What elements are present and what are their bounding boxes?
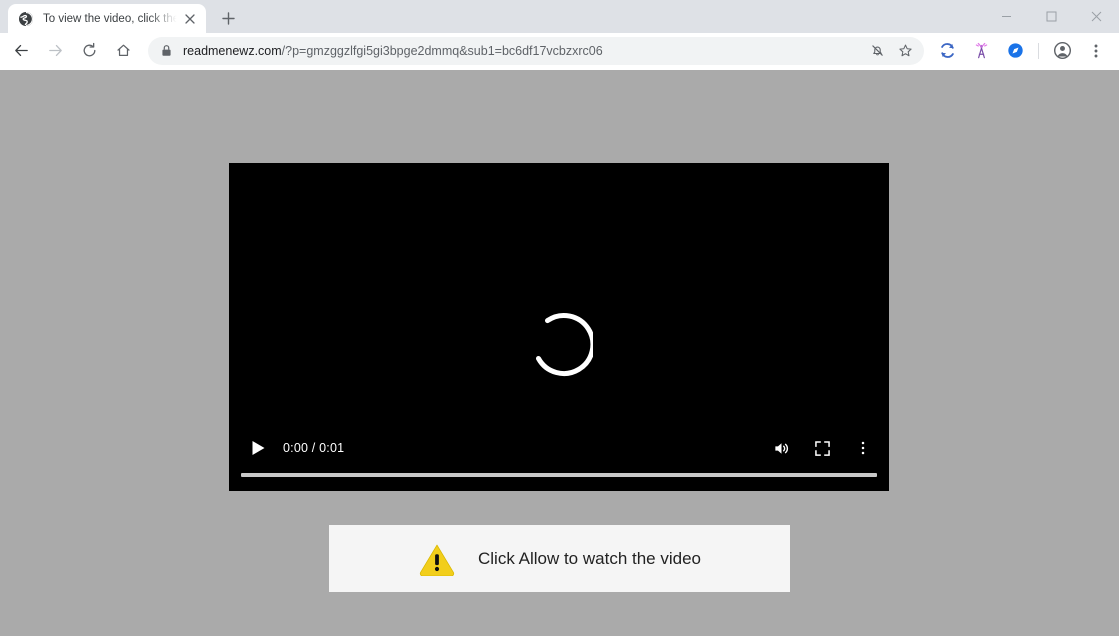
toolbar-divider [1038, 42, 1039, 59]
close-tab-icon[interactable] [182, 11, 198, 27]
play-icon[interactable] [248, 438, 268, 458]
browser-window: To view the video, click the Allow [0, 0, 1119, 636]
video-controls: 0:00 / 0:01 [229, 431, 889, 465]
maximize-icon [1046, 11, 1057, 21]
video-progress-bar[interactable] [241, 473, 877, 477]
warning-triangle-icon [418, 542, 456, 576]
forward-arrow-icon [48, 44, 62, 57]
address-bar[interactable]: readmenewz.com/?p=gmzggzlfgi5gi3bpge2dmm… [148, 36, 924, 65]
forward-button[interactable] [41, 37, 69, 65]
reload-button[interactable] [75, 37, 103, 65]
window-controls [984, 0, 1119, 32]
back-arrow-icon [14, 44, 28, 57]
profile-button[interactable] [1048, 37, 1076, 65]
globe-icon [18, 11, 34, 27]
new-tab-button[interactable] [214, 4, 242, 32]
compass-extension-button[interactable] [1001, 37, 1029, 65]
reload-icon [83, 42, 95, 57]
omnibox-actions [862, 38, 918, 64]
tab-strip: To view the video, click the Allow [0, 0, 1119, 33]
lock-icon[interactable] [160, 44, 173, 57]
extensions-area [930, 37, 1032, 65]
close-icon [1091, 11, 1102, 21]
home-icon [116, 44, 130, 57]
minimize-button[interactable] [984, 0, 1029, 32]
loading-spinner [525, 312, 596, 380]
minimize-icon [1002, 15, 1011, 17]
new-tab-icon [221, 11, 235, 25]
notification-message: Click Allow to watch the video [478, 548, 701, 568]
sync-extension-button[interactable] [933, 37, 961, 65]
tab-title: To view the video, click the Allow [43, 12, 178, 25]
maximize-button[interactable] [1029, 0, 1074, 32]
video-player[interactable]: 0:00 / 0:01 [229, 163, 889, 491]
page-content: 0:00 / 0:01 Click Allow to watch the vid… [0, 70, 1119, 636]
compass-icon [1007, 43, 1023, 58]
video-time-display: 0:00 / 0:01 [283, 441, 345, 455]
home-button[interactable] [109, 37, 137, 65]
url-text: readmenewz.com/?p=gmzggzlfgi5gi3bpge2dmm… [183, 44, 862, 58]
allow-notification-banner[interactable]: Click Allow to watch the video [329, 525, 790, 592]
star-icon[interactable] [892, 38, 918, 64]
circular-arrows-icon [940, 43, 954, 58]
antenna-extension-button[interactable] [967, 37, 995, 65]
url-host: readmenewz.com [183, 43, 282, 58]
fullscreen-icon[interactable] [808, 434, 836, 462]
volume-icon[interactable] [767, 434, 795, 462]
more-options-icon[interactable] [849, 434, 877, 462]
url-path: /?p=gmzggzlfgi5gi3bpge2dmmq&sub1=bc6df17… [281, 43, 603, 58]
chrome-menu-button[interactable] [1082, 37, 1110, 65]
antenna-tower-icon [975, 42, 987, 59]
browser-tab[interactable]: To view the video, click the Allow [8, 4, 206, 33]
back-button[interactable] [7, 37, 35, 65]
chrome-menu-icon [1094, 44, 1098, 57]
bell-slash-icon[interactable] [864, 38, 890, 64]
close-button[interactable] [1074, 0, 1119, 32]
profile-avatar-icon [1053, 41, 1071, 60]
browser-toolbar: readmenewz.com/?p=gmzggzlfgi5gi3bpge2dmm… [0, 33, 1119, 69]
